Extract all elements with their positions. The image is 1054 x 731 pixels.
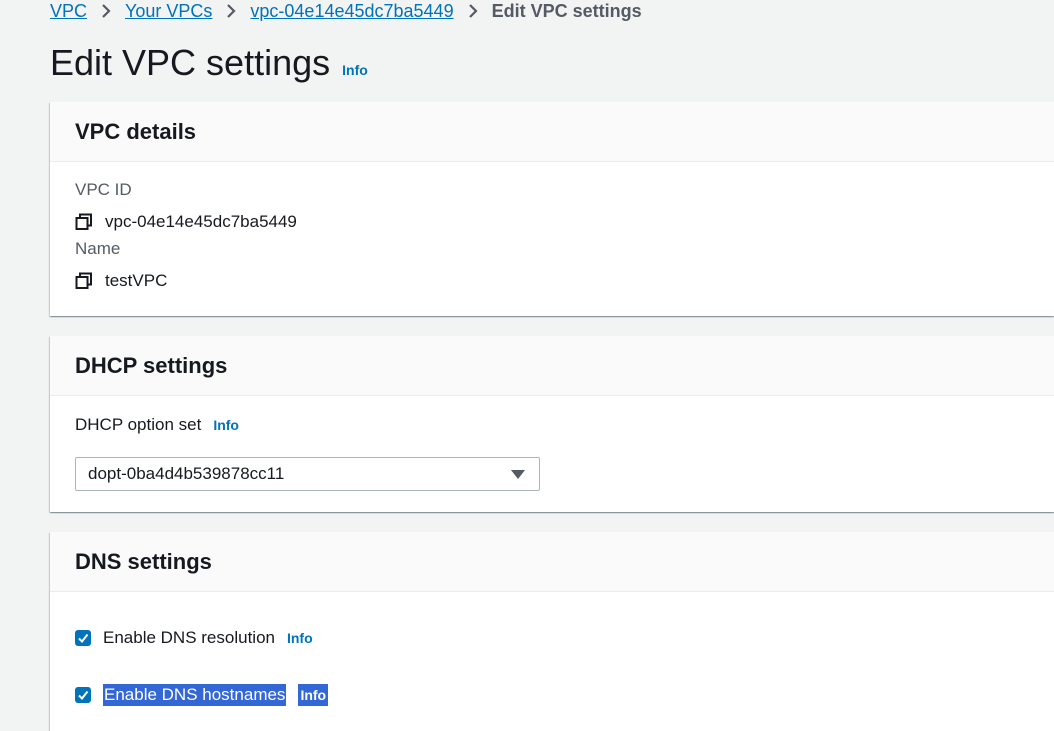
- vpc-details-panel: VPC details VPC ID vpc-04e14e45dc7ba5449…: [50, 102, 1054, 316]
- dhcp-option-set-label-row: DHCP option set Info: [75, 415, 239, 435]
- vpc-id-text: vpc-04e14e45dc7ba5449: [105, 212, 297, 231]
- dhcp-info-link[interactable]: Info: [213, 417, 239, 433]
- copy-icon[interactable]: [75, 272, 93, 290]
- dns-hostnames-info-link[interactable]: Info: [298, 684, 329, 706]
- chevron-right-icon: [101, 4, 111, 18]
- dns-settings-title: DNS settings: [75, 548, 212, 574]
- caret-down-icon: [511, 469, 525, 479]
- dns-resolution-row: Enable DNS resolution Info: [75, 628, 313, 648]
- vpc-id-label: VPC ID: [75, 180, 132, 199]
- checkmark-icon: [78, 633, 89, 644]
- vpc-details-title: VPC details: [75, 118, 197, 144]
- vpc-details-header: VPC details: [50, 102, 1054, 162]
- name-label: Name: [75, 239, 121, 258]
- copy-icon[interactable]: [75, 213, 93, 231]
- page-info-link[interactable]: Info: [342, 62, 368, 78]
- dns-settings-panel: DNS settings Enable DNS resolution Info …: [50, 532, 1054, 731]
- dhcp-settings-panel: DHCP settings DHCP option set Info dopt-…: [50, 336, 1054, 512]
- chevron-right-icon: [468, 4, 478, 18]
- checkmark-icon: [78, 690, 89, 701]
- dhcp-option-set-label: DHCP option set: [75, 415, 202, 434]
- dns-hostnames-row: Enable DNS hostnames Info: [75, 684, 329, 706]
- breadcrumb: VPC Your VPCs vpc-04e14e45dc7ba5449 Edit…: [50, 0, 642, 22]
- dhcp-option-set-select[interactable]: dopt-0ba4d4b539878cc11: [75, 457, 540, 491]
- dns-resolution-checkbox[interactable]: [75, 630, 91, 646]
- dhcp-settings-header: DHCP settings: [50, 336, 1054, 396]
- chevron-right-icon: [226, 4, 236, 18]
- dns-settings-header: DNS settings: [50, 532, 1054, 592]
- dns-resolution-label: Enable DNS resolution: [103, 628, 275, 647]
- name-value: testVPC: [75, 271, 167, 291]
- vpc-id-value: vpc-04e14e45dc7ba5449: [75, 212, 297, 232]
- dns-hostnames-label: Enable DNS hostnames: [103, 684, 287, 706]
- breadcrumb-current: Edit VPC settings: [491, 0, 642, 21]
- page-title: Edit VPC settings: [50, 42, 331, 83]
- page-header: Edit VPC settings Info: [50, 42, 368, 84]
- name-text: testVPC: [105, 271, 168, 290]
- dhcp-option-set-value: dopt-0ba4d4b539878cc11: [88, 464, 285, 483]
- breadcrumb-vpc-link[interactable]: VPC: [50, 1, 87, 22]
- breadcrumb-vpc-id-link[interactable]: vpc-04e14e45dc7ba5449: [250, 1, 453, 22]
- dhcp-settings-title: DHCP settings: [75, 352, 228, 378]
- breadcrumb-your-vpcs-link[interactable]: Your VPCs: [125, 1, 212, 22]
- dns-hostnames-checkbox[interactable]: [75, 687, 91, 703]
- dns-resolution-info-link[interactable]: Info: [287, 630, 313, 646]
